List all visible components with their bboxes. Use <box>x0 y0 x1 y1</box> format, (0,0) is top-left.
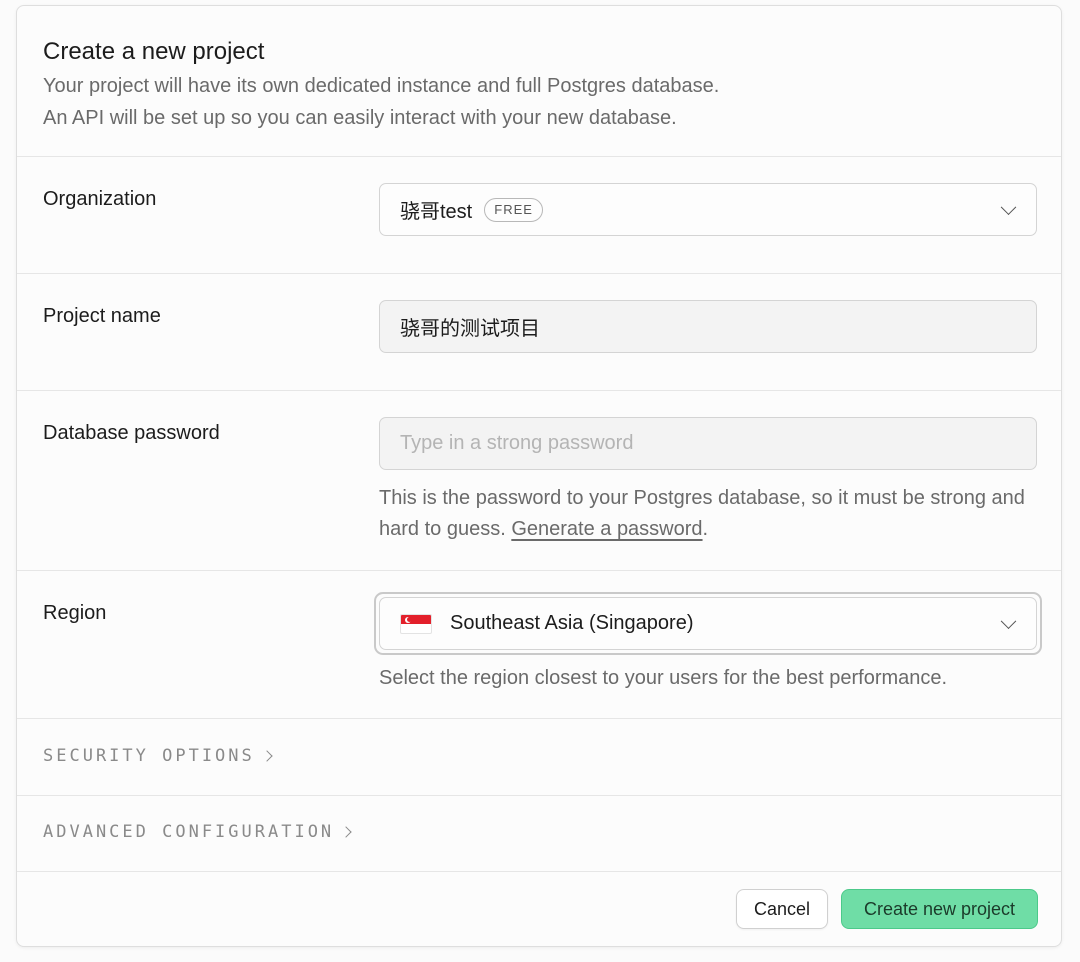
create-project-button[interactable]: Create new project <box>841 889 1038 929</box>
chevron-down-icon <box>1000 612 1017 629</box>
organization-selected-value: 骁哥test <box>400 201 473 223</box>
dialog-header: Create a new project Your project will h… <box>17 6 1061 157</box>
region-selected-value: Southeast Asia (Singapore) <box>450 612 694 634</box>
organization-label: Organization <box>43 188 157 210</box>
create-project-dialog: Create a new project Your project will h… <box>16 5 1062 947</box>
organization-row: Organization 骁哥test FREE <box>17 157 1061 274</box>
chevron-down-icon <box>1000 198 1017 215</box>
region-row: Region Southeast Asia (Singapore) Select… <box>17 571 1061 719</box>
plan-badge: FREE <box>484 197 543 222</box>
region-label: Region <box>43 602 107 624</box>
project-name-row: Project name 骁哥的测试项目 <box>17 274 1061 391</box>
singapore-flag-icon <box>400 613 432 634</box>
chevron-right-icon <box>340 826 352 838</box>
advanced-configuration-label: ADVANCED CONFIGURATION <box>43 822 335 842</box>
dialog-title: Create a new project <box>43 38 265 65</box>
region-select[interactable]: Southeast Asia (Singapore) <box>379 597 1037 650</box>
database-password-label: Database password <box>43 422 220 444</box>
security-options-label: SECURITY OPTIONS <box>43 746 255 766</box>
dialog-subtitle-line-1: Your project will have its own dedicated… <box>43 75 720 97</box>
chevron-right-icon <box>261 750 273 762</box>
security-options-row: SECURITY OPTIONS <box>17 719 1061 796</box>
organization-select[interactable]: 骁哥test FREE <box>379 183 1037 236</box>
database-password-row: Database password Type in a strong passw… <box>17 391 1061 571</box>
project-name-label: Project name <box>43 305 161 327</box>
generate-password-link[interactable]: Generate a password <box>511 518 702 540</box>
region-helper: Select the region closest to your users … <box>379 667 948 689</box>
database-password-input[interactable]: Type in a strong password <box>379 417 1037 470</box>
advanced-configuration-row: ADVANCED CONFIGURATION <box>17 796 1061 872</box>
database-password-helper: This is the password to your Postgres da… <box>379 483 1039 545</box>
dialog-subtitle-line-2: An API will be set up so you can easily … <box>43 107 677 129</box>
password-helper-suffix: . <box>702 518 709 540</box>
advanced-configuration-toggle[interactable]: ADVANCED CONFIGURATION <box>43 822 352 842</box>
project-name-input[interactable]: 骁哥的测试项目 <box>379 300 1037 353</box>
cancel-button[interactable]: Cancel <box>736 889 828 929</box>
security-options-toggle[interactable]: SECURITY OPTIONS <box>43 746 273 766</box>
